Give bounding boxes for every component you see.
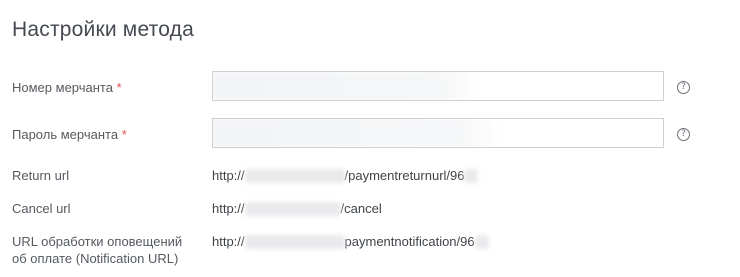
masked-id bbox=[464, 169, 479, 183]
masked-value bbox=[213, 72, 483, 100]
required-mark: * bbox=[121, 127, 127, 142]
merchant-password-label: Пароль мерчанта * bbox=[12, 126, 127, 143]
return-url-prefix: http:// bbox=[212, 168, 245, 183]
cancel-url-suffix: /cancel bbox=[340, 201, 382, 216]
notification-url-label-line1: URL обработки оповещений bbox=[12, 234, 183, 249]
merchant-password-label-text: Пароль мерчанта bbox=[12, 127, 119, 142]
notification-url-value: http:// paymentnotification/96 bbox=[212, 233, 489, 250]
masked-domain bbox=[244, 169, 345, 183]
question-circle-icon[interactable]: ? bbox=[677, 81, 690, 94]
notification-url-prefix: http:// bbox=[212, 234, 245, 249]
cancel-url-label: Cancel url bbox=[12, 201, 71, 216]
masked-domain bbox=[244, 235, 345, 249]
masked-id bbox=[474, 235, 489, 249]
merchant-password-input[interactable] bbox=[212, 118, 664, 148]
merchant-number-input[interactable] bbox=[212, 71, 664, 101]
cancel-url-value: http:// /cancel bbox=[212, 200, 382, 217]
cancel-url-prefix: http:// bbox=[212, 201, 245, 216]
notification-url-label-line2: об оплате (Notification URL) bbox=[12, 251, 179, 266]
return-url-value: http:// /paymentreturnurl/96 bbox=[212, 167, 479, 184]
merchant-number-label-text: Номер мерчанта bbox=[12, 80, 113, 95]
notification-url-suffix: paymentnotification/96 bbox=[344, 234, 475, 249]
question-circle-icon[interactable]: ? bbox=[677, 128, 690, 141]
notification-url-label: URL обработки оповещений об оплате (Noti… bbox=[12, 233, 182, 267]
required-mark: * bbox=[116, 80, 122, 95]
masked-domain bbox=[244, 202, 341, 216]
return-url-label: Return url bbox=[12, 168, 70, 183]
return-url-suffix: /paymentreturnurl/96 bbox=[344, 168, 465, 183]
page-title: Настройки метода bbox=[12, 18, 194, 41]
merchant-number-label: Номер мерчанта * bbox=[12, 79, 122, 96]
masked-value bbox=[213, 119, 503, 147]
